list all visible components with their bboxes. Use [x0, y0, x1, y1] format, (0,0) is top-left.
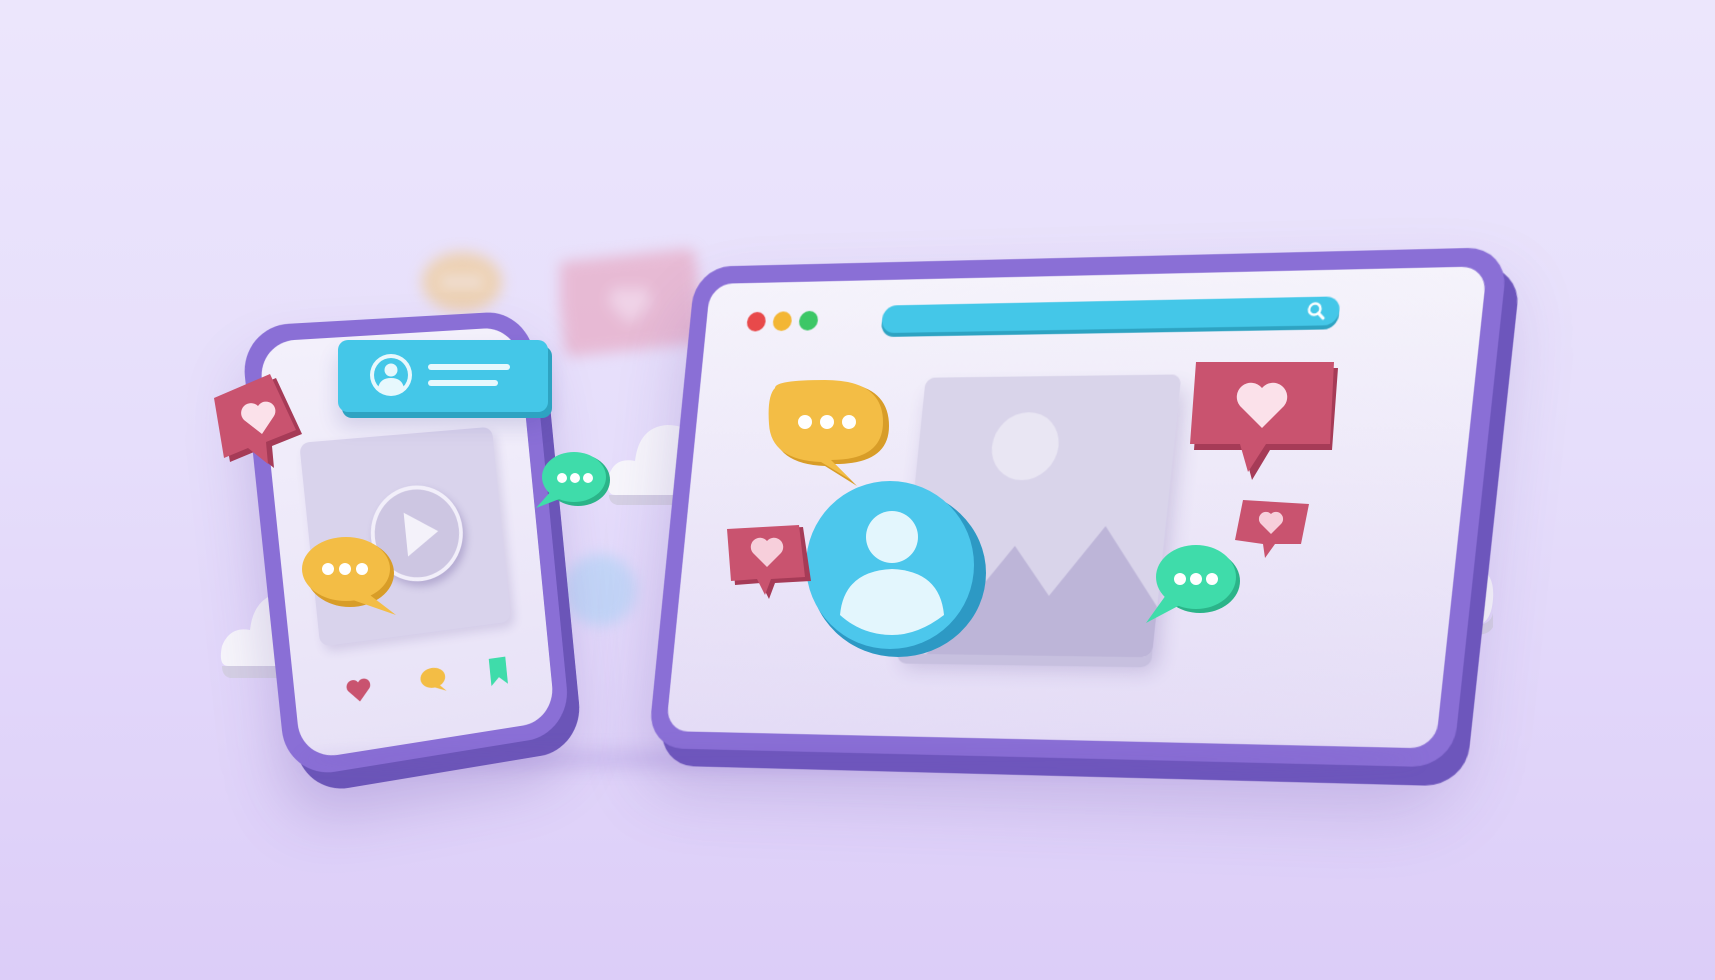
heart-icon[interactable] [344, 675, 375, 710]
comment-icon[interactable] [418, 665, 449, 700]
user-icon [368, 352, 414, 398]
window-maximize-dot[interactable] [798, 311, 819, 331]
browser-window [666, 266, 1487, 748]
browser-tablet [648, 247, 1509, 768]
search-bar[interactable] [881, 296, 1341, 333]
window-minimize-dot[interactable] [772, 311, 793, 331]
bookmark-icon[interactable] [487, 656, 510, 691]
search-icon[interactable] [1305, 301, 1328, 322]
play-icon [404, 509, 441, 556]
phone-action-bar [344, 655, 517, 709]
chat-bubble-icon [300, 535, 400, 625]
profile-detail-line [428, 380, 498, 386]
window-close-dot[interactable] [746, 312, 766, 332]
heart-bubble-icon [1190, 362, 1350, 487]
ground-shadow [300, 748, 1420, 770]
chat-bubble-icon [1142, 545, 1242, 630]
blurred-user-icon [560, 550, 640, 635]
heart-bubble-icon [1235, 500, 1315, 565]
chat-bubble-icon [532, 452, 612, 521]
heart-bubble-icon [210, 372, 320, 477]
profile-name-line [428, 364, 510, 370]
user-avatar-icon[interactable] [800, 475, 990, 670]
illustration-stage [0, 0, 1715, 980]
profile-card[interactable] [338, 340, 548, 412]
heart-bubble-icon [725, 525, 815, 610]
